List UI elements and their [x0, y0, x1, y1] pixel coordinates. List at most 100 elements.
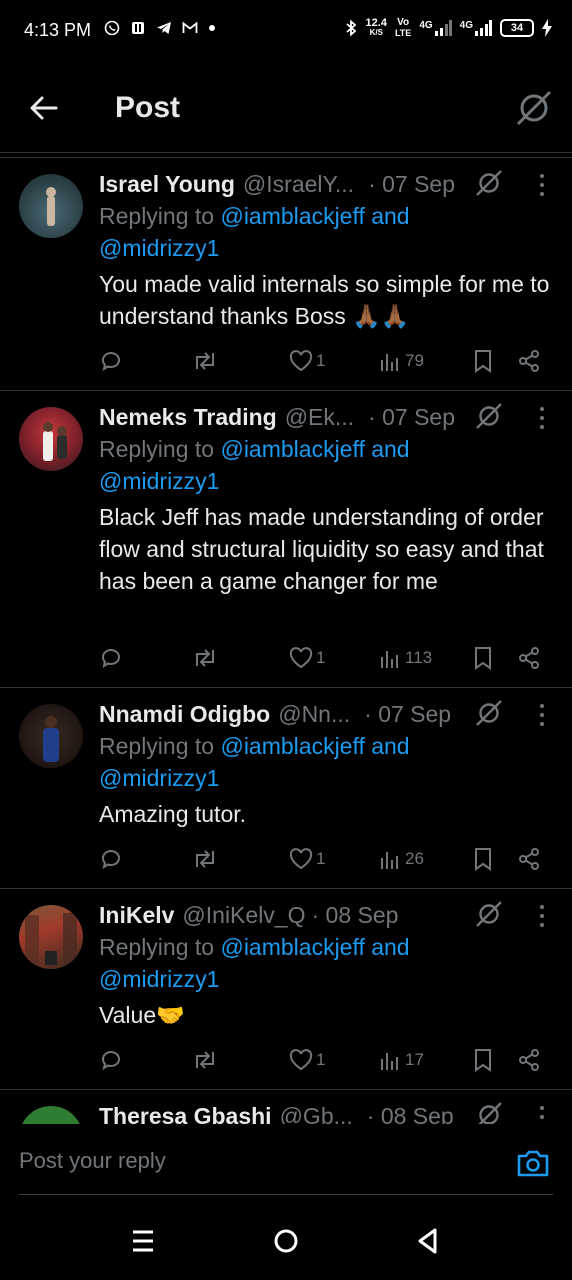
like-count: 1 [316, 648, 326, 667]
more-options-icon[interactable] [534, 403, 550, 433]
bookmark-button[interactable] [473, 646, 493, 670]
user-handle[interactable]: @IsraelY... [243, 171, 354, 198]
reply-button[interactable] [99, 646, 123, 670]
grok-icon[interactable] [474, 1100, 504, 1124]
like-button[interactable]: 1 [289, 647, 325, 669]
views-button[interactable]: 79 [380, 350, 424, 372]
reply-button[interactable] [99, 1048, 123, 1072]
grok-icon[interactable] [474, 698, 504, 728]
reply-input[interactable] [19, 1148, 479, 1174]
repost-button[interactable] [191, 349, 219, 373]
reply-button[interactable] [99, 847, 123, 871]
share-button[interactable] [517, 847, 541, 871]
repost-button[interactable] [191, 646, 219, 670]
more-options-icon[interactable] [534, 901, 550, 931]
tweet-date[interactable]: · 07 Sep [368, 404, 455, 431]
back-icon[interactable] [413, 1226, 443, 1256]
bluetooth-icon [345, 19, 356, 37]
share-button[interactable] [517, 349, 541, 373]
replying-to: Replying to @iamblackjeff and @midrizzy1 [99, 733, 410, 791]
status-time: 4:13 PM [24, 20, 92, 40]
like-button[interactable]: 1 [289, 1049, 325, 1071]
replying-to: Replying to @iamblackjeff and @midrizzy1 [99, 436, 410, 494]
repost-icon [196, 1051, 214, 1069]
like-button[interactable]: 1 [289, 848, 325, 870]
display-name[interactable]: Israel Young [99, 171, 235, 198]
back-arrow-icon[interactable] [26, 90, 62, 126]
reply-icon [102, 1051, 120, 1071]
user-handle[interactable]: @Ek... [285, 404, 354, 431]
like-count: 1 [316, 849, 326, 868]
bookmark-icon [475, 848, 491, 871]
bookmark-button[interactable] [473, 847, 493, 871]
heart-icon [289, 647, 313, 669]
display-name[interactable]: Nemeks Trading [99, 404, 277, 431]
home-icon[interactable] [271, 1226, 301, 1256]
user-handle[interactable]: @Nn... [278, 701, 350, 728]
mention-link[interactable]: @iamblackjeff and [220, 436, 409, 462]
tweet-text: Value🤝 [99, 1002, 185, 1028]
recent-apps-icon[interactable] [128, 1226, 158, 1256]
mention-link[interactable]: @midrizzy1 [99, 468, 219, 494]
mention-link[interactable]: @midrizzy1 [99, 765, 219, 791]
reply-tweet[interactable]: IniKelv @IniKelv_Q · 08 Sep Replying to … [0, 889, 572, 1090]
more-options-icon[interactable] [534, 170, 550, 200]
tweet-actions: 1 26 [99, 844, 558, 874]
views-button[interactable]: 26 [380, 848, 424, 870]
tweet-date[interactable]: · 07 Sep [364, 701, 451, 728]
bookmark-button[interactable] [473, 349, 493, 373]
display-name[interactable]: IniKelv [99, 902, 174, 929]
whatsapp-icon [104, 20, 120, 36]
user-handle[interactable]: @Gb... [280, 1103, 353, 1125]
gmail-icon [182, 21, 198, 33]
camera-icon[interactable] [516, 1148, 550, 1178]
mention-link[interactable]: @iamblackjeff and [220, 733, 409, 759]
replies-feed[interactable]: Israel Young @IsraelY... · 07 Sep Replyi… [0, 158, 572, 1124]
grok-icon[interactable] [514, 88, 554, 128]
views-button[interactable]: 113 [380, 647, 432, 669]
avatar[interactable] [19, 1106, 83, 1124]
tweet-date[interactable]: · 08 Sep [367, 1103, 454, 1125]
mention-link[interactable]: @iamblackjeff and [220, 203, 409, 229]
reply-tweet[interactable]: Israel Young @IsraelY... · 07 Sep Replyi… [0, 158, 572, 391]
more-options-icon[interactable] [534, 700, 550, 730]
grok-icon[interactable] [474, 899, 504, 929]
avatar[interactable] [19, 174, 83, 238]
reply-tweet[interactable]: Nemeks Trading @Ek... · 07 Sep Replying … [0, 391, 572, 688]
user-handle[interactable]: @IniKelv_Q [182, 902, 305, 929]
repost-icon [196, 850, 214, 868]
views-button[interactable]: 17 [380, 1049, 424, 1071]
like-button[interactable]: 1 [289, 350, 325, 372]
page-title: Post [115, 91, 181, 124]
mention-link[interactable]: @iamblackjeff and [220, 934, 409, 960]
tweet-date[interactable]: · 07 Sep [368, 171, 455, 198]
tweet-actions: 1 113 [99, 643, 558, 673]
reply-button[interactable] [99, 349, 123, 373]
view-count: 17 [405, 1050, 424, 1069]
share-button[interactable] [517, 1048, 541, 1072]
tweet-actions: 1 17 [99, 1045, 558, 1075]
share-icon [519, 350, 539, 372]
avatar[interactable] [19, 704, 83, 768]
repost-button[interactable] [191, 847, 219, 871]
avatar[interactable] [19, 407, 83, 471]
avatar[interactable] [19, 905, 83, 969]
grok-icon[interactable] [474, 168, 504, 198]
reply-tweet[interactable]: Nnamdi Odigbo @Nn... · 07 Sep Replying t… [0, 688, 572, 889]
grok-icon[interactable] [474, 401, 504, 431]
display-name[interactable]: Nnamdi Odigbo [99, 701, 270, 728]
more-options-icon[interactable] [534, 1102, 550, 1124]
like-count: 1 [316, 351, 326, 370]
mention-link[interactable]: @midrizzy1 [99, 235, 219, 261]
tweet-date[interactable]: · 08 Sep [312, 902, 399, 929]
volte-indicator: Vo LTE [394, 17, 412, 39]
status-bar: 4:13 PM 12.4 K/S Vo LTE 4G 4G 34 [0, 0, 572, 64]
share-button[interactable] [517, 646, 541, 670]
display-name[interactable]: Theresa Gbashi [99, 1103, 272, 1125]
bookmark-button[interactable] [473, 1048, 493, 1072]
mention-link[interactable]: @midrizzy1 [99, 966, 219, 992]
reply-tweet[interactable]: Theresa Gbashi @Gb... · 08 Sep [0, 1090, 572, 1124]
repost-button[interactable] [191, 1048, 219, 1072]
tweet-text: Black Jeff has made understanding of ord… [99, 504, 544, 594]
heart-icon [289, 350, 313, 372]
